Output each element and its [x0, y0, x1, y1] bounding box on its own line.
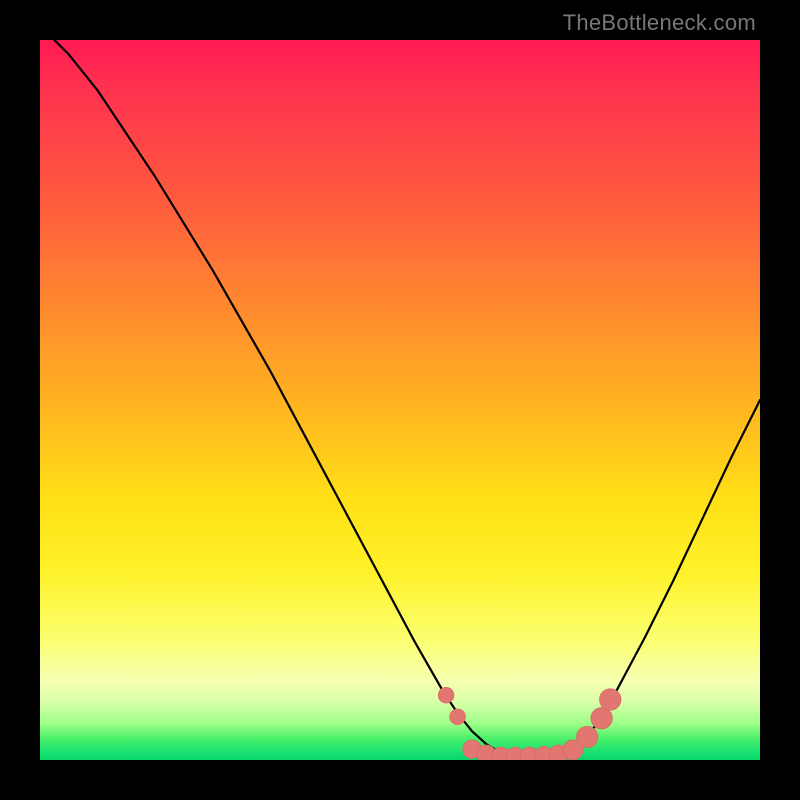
plot-area	[40, 40, 760, 760]
curve-marker	[591, 707, 613, 729]
bottleneck-curve	[40, 40, 760, 760]
curve-layer	[40, 40, 760, 760]
curve-marker	[599, 689, 621, 711]
curve-marker	[576, 726, 598, 748]
curve-marker	[450, 709, 466, 725]
curve-marker	[438, 687, 454, 703]
chart-stage: TheBottleneck.com	[0, 0, 800, 800]
watermark-text: TheBottleneck.com	[563, 10, 756, 36]
